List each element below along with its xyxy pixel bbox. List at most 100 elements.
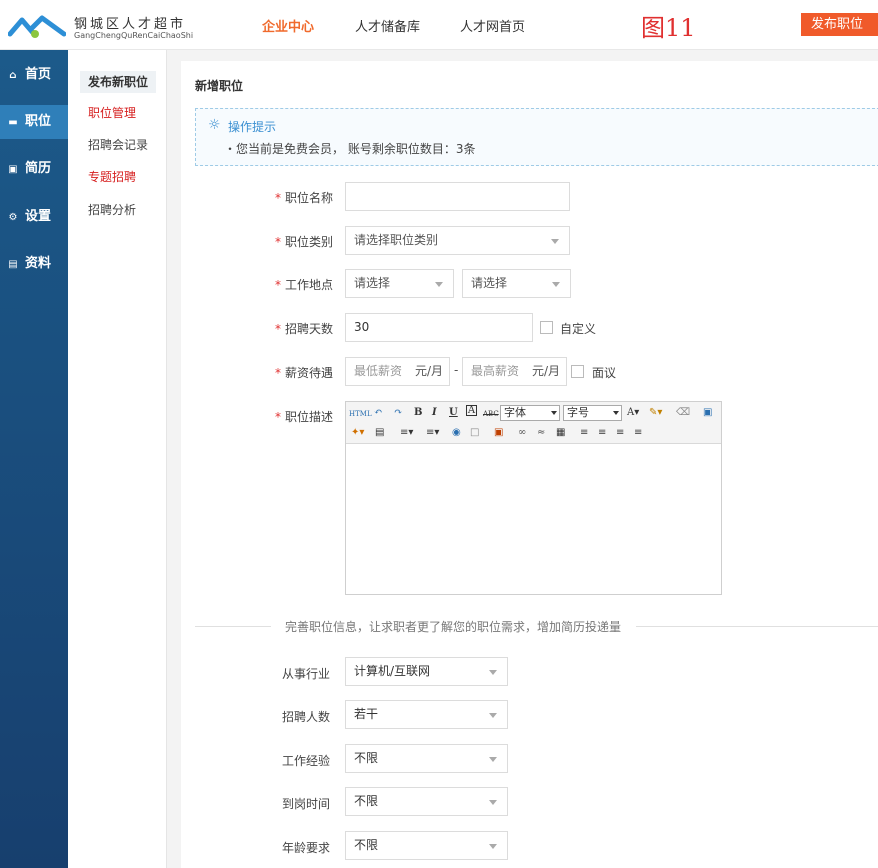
job-category-select[interactable]: 请选择职位类别 — [345, 226, 570, 255]
sidebar-item-jobs[interactable]: ▬ 职位 — [0, 105, 68, 139]
font-size-select[interactable]: 字号 — [563, 405, 622, 421]
nav-talent-pool[interactable]: 人才储备库 — [355, 16, 420, 35]
salary-label: * 薪资待遇 — [274, 366, 333, 380]
negotiable-checkbox[interactable] — [571, 365, 584, 378]
negotiable-label: 面议 — [592, 366, 617, 380]
chevron-down-icon — [435, 282, 443, 287]
undo-icon[interactable]: ↶ — [374, 406, 382, 420]
section-divider-left — [195, 626, 271, 627]
nav-talent-home[interactable]: 人才网首页 — [460, 16, 525, 35]
job-submenu: 发布新职位 职位管理 招聘会记录 专题招聘 招聘分析 — [68, 50, 167, 868]
unordered-list-icon[interactable]: ≡▾ — [426, 426, 439, 440]
job-description-label: * 职位描述 — [274, 410, 333, 424]
sidebar-item-home[interactable]: ⌂ 首页 — [0, 58, 68, 92]
chevron-down-icon — [489, 670, 497, 675]
main-content: 新增职位 ☼ 操作提示 ・您当前是免费会员， 账号剩余职位数目：3条 * 职位名称… — [181, 61, 878, 868]
align-justify-icon[interactable]: ≡ — [634, 426, 642, 440]
ordered-list-icon[interactable]: ≡▾ — [400, 426, 413, 440]
experience-select[interactable]: 不限 — [345, 744, 508, 773]
rich-text-editor[interactable]: HTML ↶ ↷ B I U A ABC 字体 字号 A▾ ✎▾ ⌫ ▣ ✦▾ … — [345, 401, 722, 595]
sidebar-item-label: 职位 — [25, 114, 52, 129]
job-category-label: * 职位类别 — [274, 235, 333, 249]
unlink-icon[interactable]: ≈ — [537, 426, 545, 440]
site-logo[interactable]: 钢城区人才超市 GangChengQuRenCaiChaoShi — [8, 10, 193, 42]
recruit-days-input[interactable]: 30 — [345, 313, 533, 342]
image-icon[interactable]: ▣ — [494, 426, 503, 440]
logo-mountain-icon — [8, 15, 66, 38]
sidebar-item-profile[interactable]: ▤ 资料 — [0, 247, 68, 281]
format-brush-icon[interactable]: ✦▾ — [351, 426, 364, 440]
eraser-icon[interactable]: ⌫ — [676, 406, 690, 420]
tip-title: 操作提示 — [228, 120, 277, 134]
submenu-special-recruitment[interactable]: 专题招聘 — [80, 166, 144, 188]
chevron-down-icon — [552, 282, 560, 287]
page-icon[interactable]: □ — [470, 426, 479, 440]
figure-label: 图11 — [641, 14, 696, 42]
industry-label: 从事行业 — [281, 667, 330, 681]
operation-tip-box: ☼ 操作提示 ・您当前是免费会员， 账号剩余职位数目：3条 — [195, 108, 878, 166]
section-divider-right — [636, 626, 878, 627]
sidebar-item-settings[interactable]: ⚙ 设置 — [0, 200, 68, 234]
html-source-icon[interactable]: HTML — [349, 407, 372, 421]
max-salary-input[interactable]: 最高薪资 元/月 — [462, 357, 567, 386]
job-name-input[interactable] — [345, 182, 570, 211]
sidebar-item-label: 简历 — [25, 161, 52, 176]
underline-icon[interactable]: U — [449, 406, 458, 420]
fullscreen-icon[interactable]: ▣ — [703, 406, 712, 420]
redo-icon[interactable]: ↷ — [394, 406, 402, 420]
lightbulb-icon: ☼ — [208, 117, 221, 133]
start-time-select[interactable]: 不限 — [345, 787, 508, 816]
experience-label: 工作经验 — [281, 754, 330, 768]
align-right-icon[interactable]: ≡ — [616, 426, 624, 440]
font-border-icon[interactable]: A — [466, 405, 477, 416]
chevron-down-icon — [489, 757, 497, 762]
font-color-icon[interactable]: A▾ — [627, 406, 639, 420]
bold-icon[interactable]: B — [414, 406, 422, 420]
anchor-icon[interactable]: ◉ — [452, 426, 461, 440]
top-header: 钢城区人才超市 GangChengQuRenCaiChaoShi 企业中心 人才… — [0, 0, 878, 50]
chart-icon: ▤ — [8, 259, 18, 270]
submenu-post-new-job[interactable]: 发布新职位 — [80, 71, 157, 93]
start-time-label: 到岗时间 — [281, 797, 330, 811]
industry-select[interactable]: 计算机/互联网 — [345, 657, 508, 686]
age-requirement-select[interactable]: 不限 — [345, 831, 508, 860]
align-left-icon[interactable]: ≡ — [580, 426, 588, 440]
link-icon[interactable]: ∞ — [518, 426, 526, 440]
submenu-job-fair-records[interactable]: 招聘会记录 — [80, 134, 156, 156]
nav-enterprise-center[interactable]: 企业中心 — [262, 16, 314, 35]
font-family-select[interactable]: 字体 — [500, 405, 560, 421]
tip-text: ・您当前是免费会员， 账号剩余职位数目：3条 — [224, 142, 476, 156]
custom-days-label: 自定义 — [560, 322, 597, 336]
age-requirement-label: 年龄要求 — [281, 841, 330, 855]
align-center-icon[interactable]: ≡ — [598, 426, 606, 440]
work-location-label: * 工作地点 — [274, 278, 333, 292]
gear-icon: ⚙ — [8, 212, 18, 223]
home-icon: ⌂ — [9, 70, 17, 81]
italic-icon[interactable]: I — [432, 406, 437, 420]
sidebar-item-label: 资料 — [25, 256, 52, 271]
section-divider-text: 完善职位信息，让求职者更了解您的职位需求，增加简历投递量 — [285, 620, 622, 634]
table-icon[interactable]: ▦ — [556, 426, 565, 440]
job-name-label: * 职位名称 — [274, 191, 333, 205]
logo-pinyin-name: GangChengQuRenCaiChaoShi — [74, 31, 194, 40]
submenu-job-management[interactable]: 职位管理 — [80, 102, 144, 124]
paste-text-icon[interactable]: ▤ — [375, 426, 384, 440]
custom-days-checkbox[interactable] — [540, 321, 553, 334]
location-province-select[interactable]: 请选择 — [345, 269, 454, 298]
min-salary-input[interactable]: 最低薪资 元/月 — [345, 357, 450, 386]
salary-separator: - — [454, 363, 459, 377]
id-icon: ▣ — [8, 164, 18, 175]
submenu-recruitment-analysis[interactable]: 招聘分析 — [80, 199, 144, 221]
sidebar-item-resumes[interactable]: ▣ 简历 — [0, 152, 68, 186]
strikethrough-icon[interactable]: ABC — [483, 407, 499, 421]
location-city-select[interactable]: 请选择 — [462, 269, 571, 298]
publish-job-button[interactable]: 发布职位 — [801, 13, 878, 36]
sidebar-item-label: 首页 — [25, 67, 52, 82]
main-sidebar: ⌂ 首页 ▬ 职位 ▣ 简历 ⚙ 设置 ▤ 资料 — [0, 50, 68, 868]
page-title: 新增职位 — [195, 79, 244, 93]
recruit-days-label: * 招聘天数 — [274, 322, 333, 336]
editor-toolbar: HTML ↶ ↷ B I U A ABC 字体 字号 A▾ ✎▾ ⌫ ▣ ✦▾ … — [346, 402, 721, 444]
highlight-icon[interactable]: ✎▾ — [649, 406, 662, 420]
sidebar-item-label: 设置 — [25, 209, 52, 224]
headcount-select[interactable]: 若干 — [345, 700, 508, 729]
